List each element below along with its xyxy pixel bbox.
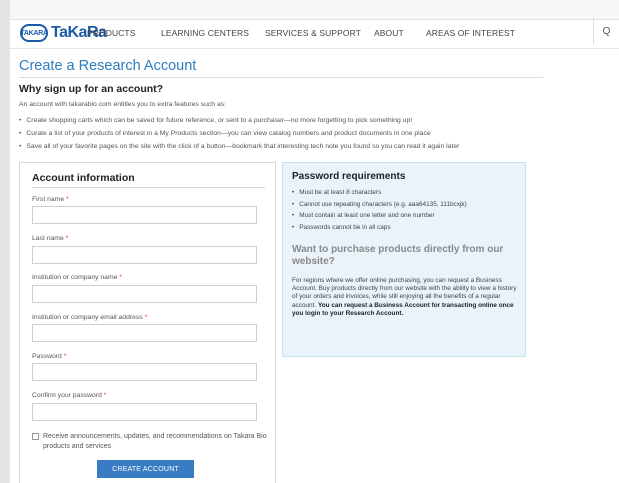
nav-divider <box>10 48 619 49</box>
password-rule: Passwords cannot be in all caps <box>292 222 467 234</box>
last-name-label: Last name * <box>32 235 68 242</box>
institution-email-label-text: Institution or company email address <box>32 314 143 321</box>
required-marker: * <box>63 353 67 360</box>
institution-email-label: Institution or company email address * <box>32 314 147 321</box>
password-rules-list: Must be at least 8 characters Cannot use… <box>292 187 467 234</box>
password-label-text: Password <box>32 353 62 360</box>
first-name-input[interactable] <box>32 206 257 224</box>
required-marker: * <box>66 196 69 203</box>
form-divider <box>32 187 265 188</box>
password-requirements-title: Password requirements <box>292 171 406 182</box>
page: TAKARA TaKaRa PRODUCTS LEARNING CENTERS … <box>10 0 619 483</box>
nav-item-about[interactable]: ABOUT <box>374 28 404 38</box>
required-marker: * <box>103 392 107 399</box>
announcements-checkbox[interactable] <box>32 433 39 440</box>
announcements-label[interactable]: Receive announcements, updates, and reco… <box>43 432 268 452</box>
first-name-label-text: First name <box>32 196 65 203</box>
confirm-password-label-text: Confirm your password <box>32 392 102 399</box>
required-marker: * <box>144 314 148 321</box>
page-title: Create a Research Account <box>19 58 197 74</box>
confirm-password-input[interactable] <box>32 403 257 421</box>
benefit-item: Save all of your favorite pages on the s… <box>19 140 459 153</box>
institution-name-label: Institution or company name * <box>32 274 122 281</box>
search-icon: Q <box>602 25 611 37</box>
institution-name-input[interactable] <box>32 285 257 303</box>
create-account-button[interactable]: CREATE ACCOUNT <box>97 460 194 478</box>
institution-name-label-text: Institution or company name <box>32 274 118 281</box>
business-account-note: You can request a Business Account for t… <box>292 301 514 317</box>
search-button[interactable]: Q <box>593 18 619 44</box>
account-information-panel: Account information First name * Last na… <box>19 162 276 483</box>
password-rule: Must contain at least one letter and one… <box>292 210 467 222</box>
benefit-item: Curate a list of your products of intere… <box>19 127 459 140</box>
purchase-directly-heading: Want to purchase products directly from … <box>292 244 504 267</box>
last-name-label-text: Last name <box>32 235 64 242</box>
takara-logo-mark: TAKARA <box>20 24 48 42</box>
intro-text: An account with takarabio.com entitles y… <box>19 101 227 108</box>
why-sign-up-heading: Why sign up for an account? <box>19 83 164 95</box>
required-marker: * <box>65 235 69 242</box>
nav-item-learning-centers[interactable]: LEARNING CENTERS <box>161 28 249 38</box>
institution-email-input[interactable] <box>32 324 257 342</box>
password-requirements-panel: Password requirements Must be at least 8… <box>282 162 526 357</box>
benefits-list: Create shopping carts which can be saved… <box>19 114 459 153</box>
top-utility-bar <box>10 0 619 20</box>
nav-item-products[interactable]: PRODUCTS <box>87 28 136 38</box>
nav-item-services-support[interactable]: SERVICES & SUPPORT <box>265 28 361 38</box>
password-rule: Cannot use repeating characters (e.g. aa… <box>292 199 466 211</box>
password-input[interactable] <box>32 363 257 381</box>
nav-item-areas-of-interest[interactable]: AREAS OF INTEREST <box>426 28 515 38</box>
account-information-title: Account information <box>32 172 135 184</box>
confirm-password-label: Confirm your password * <box>32 392 106 399</box>
business-account-text: For regions where we offer online purcha… <box>292 277 520 318</box>
benefit-item: Create shopping carts which can be saved… <box>19 114 459 127</box>
password-rule: Must be at least 8 characters <box>292 187 467 199</box>
password-label: Password * <box>32 353 66 360</box>
last-name-input[interactable] <box>32 246 257 264</box>
title-divider <box>19 77 543 78</box>
first-name-label: First name * <box>32 196 69 203</box>
required-marker: * <box>119 274 122 281</box>
